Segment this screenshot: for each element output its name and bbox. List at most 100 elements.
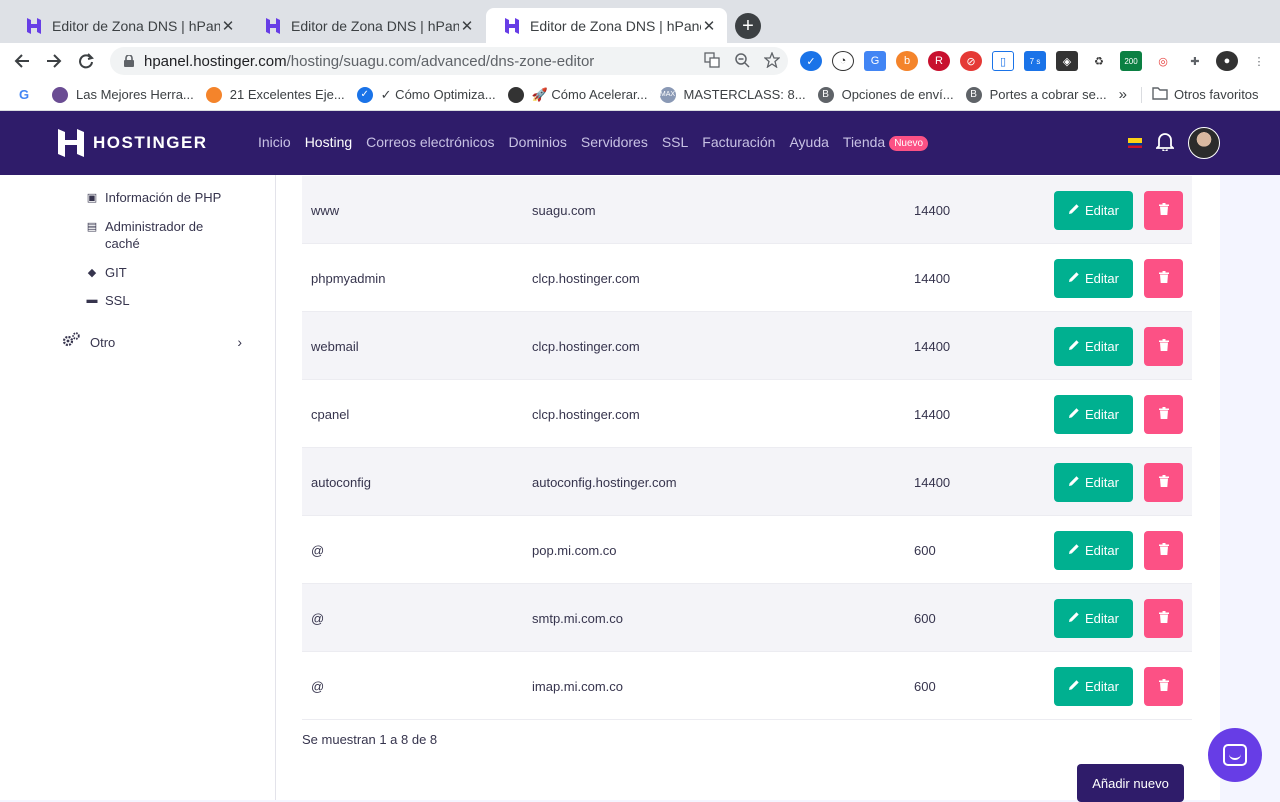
table-row: autoconfig autoconfig.hostinger.com 14400 E… [302,448,1192,516]
bookmarks-overflow-button[interactable]: » [1119,86,1127,103]
bookmark-item[interactable]: 🚀 Cómo Acelerar... [507,86,648,103]
record-ttl: 14400 [914,474,951,490]
user-avatar[interactable] [1188,127,1220,159]
edit-button[interactable]: Editar [1054,259,1133,298]
speed-gauge-extension-icon[interactable]: ◔ [832,51,854,71]
delete-button[interactable] [1144,395,1183,434]
edit-button[interactable]: Editar [1054,395,1133,434]
sidebar-item-php-info[interactable]: ▣ Información de PHP [86,189,235,206]
table-row: @ pop.mi.com.co 600 Editar [302,516,1192,584]
block-extension-icon[interactable]: ⊘ [960,51,982,71]
other-bookmarks-folder[interactable]: Otros favoritos [1141,86,1259,103]
delete-button[interactable] [1144,191,1183,230]
edit-label: Editar [1085,475,1119,490]
colombia-flag-icon[interactable] [1128,138,1142,148]
translate-icon[interactable] [704,52,720,71]
trash-icon [1158,407,1169,422]
bookmark-b-icon: B [817,86,834,103]
puzzle-extensions-icon[interactable]: ✚ [1184,51,1206,71]
bookmark-item[interactable]: B Portes a cobrar se... [965,86,1107,103]
delete-button[interactable] [1144,599,1183,638]
recycle-extension-icon[interactable]: ♻ [1088,51,1110,71]
hostinger-logo[interactable]: HOSTINGER [58,129,208,157]
browser-tab-3[interactable]: Editor de Zona DNS | hPanel ✕ [486,8,727,43]
new-tab-button[interactable]: + [735,13,761,39]
live-chat-button[interactable] [1208,728,1262,782]
edit-button[interactable]: Editar [1054,531,1133,570]
chat-bubble-icon [1223,744,1247,766]
bookmark-label: ✓ Cómo Optimiza... [380,86,496,102]
sidebar-item-cache[interactable]: ▤ Administrador de caché [86,218,235,252]
edit-label: Editar [1085,271,1119,286]
close-tab-icon[interactable]: ✕ [701,18,717,35]
b-extension-icon[interactable]: b [896,51,918,71]
gears-icon [62,332,82,352]
bookmark-item[interactable]: ✓ ✓ Cómo Optimiza... [356,86,496,103]
bookmark-item[interactable]: MAX MASTERCLASS: 8... [659,86,806,103]
google-icon: G [16,86,32,103]
google-bookmark[interactable]: G [16,86,40,103]
nav-dominios[interactable]: Dominios [509,134,567,151]
close-tab-icon[interactable]: ✕ [459,18,475,35]
forward-arrow-icon[interactable] [42,49,66,73]
add-new-record-button[interactable]: Añadir nuevo [1077,764,1184,802]
red-extension-icon[interactable]: R [928,51,950,71]
edit-button[interactable]: Editar [1054,327,1133,366]
nav-servidores[interactable]: Servidores [581,134,648,151]
spiral-extension-icon[interactable]: ◎ [1152,51,1174,71]
trash-icon [1158,203,1169,218]
shield-extension-icon[interactable]: ◈ [1056,51,1078,71]
counter-extension-icon[interactable]: 200 [1120,51,1142,71]
bookmark-b-icon: B [965,86,982,103]
bell-icon[interactable] [1154,131,1176,156]
nav-facturacion[interactable]: Facturación [702,134,775,151]
record-ttl: 14400 [914,338,951,354]
bookmark-star-icon[interactable] [763,51,781,71]
bookmark-item[interactable]: Las Mejores Herra... [52,86,194,103]
address-bar[interactable]: hpanel.hostinger.com/hosting/suagu.com/a… [110,47,788,75]
bookmark-label: 🚀 Cómo Acelerar... [531,86,648,102]
delete-button[interactable] [1144,531,1183,570]
close-tab-icon[interactable]: ✕ [220,18,236,35]
bookmark-globe-icon [507,86,524,103]
nav-ayuda[interactable]: Ayuda [789,134,828,151]
nav-ssl[interactable]: SSL [662,134,688,151]
nav-tienda[interactable]: Tienda Nuevo [842,134,929,151]
edit-button[interactable]: Editar [1054,667,1133,706]
delete-button[interactable] [1144,259,1183,298]
edit-label: Editar [1085,407,1119,422]
timer-extension-icon[interactable]: 7 s [1024,51,1046,71]
edit-label: Editar [1085,679,1119,694]
sidebar-item-git[interactable]: ◆ GIT [86,264,235,281]
menu-dots-icon[interactable]: ⋮ [1248,51,1270,71]
nav-hosting[interactable]: Hosting [305,134,352,151]
checkmark-extension-icon[interactable]: ✓ [800,51,822,71]
profile-avatar-icon[interactable]: ● [1216,51,1238,71]
nav-tienda-label: Tienda [842,134,886,150]
edit-button[interactable]: Editar [1054,599,1133,638]
nav-inicio[interactable]: Inicio [258,134,291,151]
trash-icon [1158,271,1169,286]
edit-button[interactable]: Editar [1054,463,1133,502]
bookmark-item[interactable]: B Opciones de enví... [817,86,954,103]
record-ttl: 600 [914,610,936,626]
lock-icon [122,54,136,68]
sidebar-item-ssl[interactable]: ▬ SSL [86,292,235,309]
tab-title: Editor de Zona DNS | hPanel [291,17,459,34]
delete-button[interactable] [1144,463,1183,502]
browser-tab-2[interactable]: Editor de Zona DNS | hPanel ✕ [247,8,485,43]
trash-icon [1158,475,1169,490]
delete-button[interactable] [1144,327,1183,366]
reload-icon[interactable] [74,49,98,73]
edit-button[interactable]: Editar [1054,191,1133,230]
browser-tab-1[interactable]: Editor de Zona DNS | hPanel ✕ [8,8,246,43]
sidebar-item-otro[interactable]: Otro › [62,332,242,352]
delete-button[interactable] [1144,667,1183,706]
bookmark-item[interactable]: 21 Excelentes Eje... [205,86,345,103]
translate-extension-icon[interactable]: G [864,51,886,71]
back-arrow-icon[interactable] [10,49,34,73]
zoom-icon[interactable] [734,52,750,71]
tab-extension-icon[interactable]: ▯ [992,51,1014,71]
nav-correos[interactable]: Correos electrónicos [366,134,494,151]
pagination-info: Se muestran 1 a 8 de 8 [302,732,438,747]
